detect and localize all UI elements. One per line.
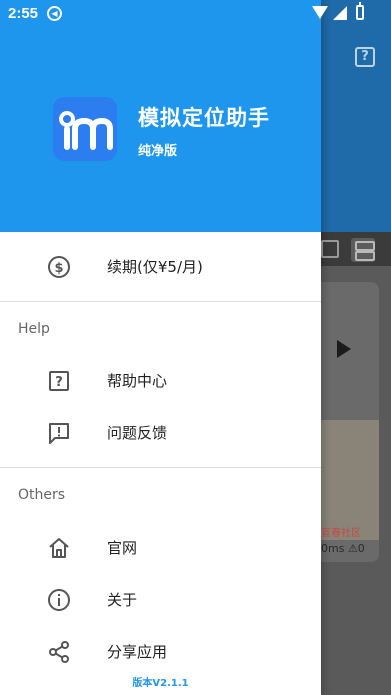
share-icon	[47, 640, 71, 664]
cell-signal-icon	[333, 6, 347, 20]
menu-label-share: 分享应用	[107, 643, 168, 661]
app-edition: 纯净版	[138, 144, 178, 159]
svg-text:$: $	[54, 261, 63, 276]
menu-item-renew[interactable]: $ 续期(仅¥5/月)	[0, 241, 321, 293]
menu-label-help-center: 帮助中心	[107, 372, 168, 390]
wifi-icon	[312, 6, 328, 19]
menu-item-help-center[interactable]: ? 帮助中心	[0, 355, 321, 407]
divider	[0, 301, 321, 302]
menu-item-feedback[interactable]: 问题反馈	[0, 407, 321, 459]
feedback-bubble-icon	[47, 421, 71, 445]
grid-view-icon[interactable]	[321, 240, 339, 258]
menu-item-about[interactable]: 关于	[0, 574, 321, 626]
menu-label-website: 官网	[107, 539, 138, 557]
status-bar: 2:55 ◀	[0, 0, 391, 26]
sound-indicator-icon: ◀	[47, 6, 62, 21]
menu-label-feedback: 问题反馈	[107, 424, 168, 442]
divider	[0, 467, 321, 468]
app-name: 模拟定位助手	[138, 106, 270, 130]
section-title-others: Others	[18, 487, 66, 503]
map-label: 宣春社区	[321, 528, 361, 539]
menu-label-about: 关于	[107, 591, 138, 609]
menu-item-website[interactable]: 官网	[0, 522, 321, 574]
version-text: 版本V2.1.1	[132, 678, 189, 689]
navigation-drawer: 模拟定位助手 纯净版 $ 续期(仅¥5/月) Help ? 帮助中心 问题反馈 …	[0, 0, 321, 695]
battery-icon	[356, 2, 364, 20]
app-logo-m-icon	[53, 97, 117, 161]
background-help-icon[interactable]: ?	[355, 47, 375, 67]
svg-text:?: ?	[55, 375, 63, 390]
home-icon	[47, 536, 71, 560]
question-box-icon: ?	[47, 369, 71, 393]
status-time: 2:55	[8, 5, 39, 22]
dollar-circle-icon: $	[47, 255, 71, 279]
info-circle-icon	[47, 588, 71, 612]
menu-label-renew: 续期(仅¥5/月)	[107, 258, 203, 276]
background-stats: 0ms ⚠0	[321, 542, 365, 555]
list-view-icon[interactable]	[351, 238, 375, 262]
section-title-help: Help	[18, 321, 50, 337]
background-map-thumbnail: 宣春社区	[321, 420, 379, 540]
drawer-header: 模拟定位助手 纯净版	[0, 0, 321, 232]
menu-item-share[interactable]: 分享应用	[0, 626, 321, 678]
play-icon[interactable]	[337, 340, 351, 358]
